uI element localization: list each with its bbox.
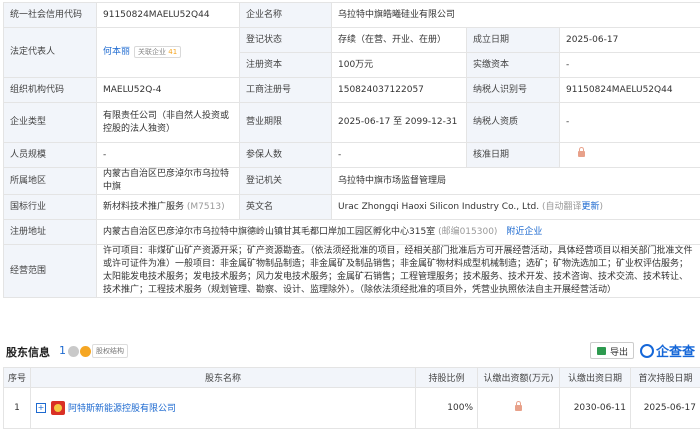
scope-value: 许可项目：非煤矿山矿产资源开采；矿产资源勘查。（依法须经批准的项目，经相关部门批…	[95, 244, 700, 298]
industry-value: 新材料技术推广服务	[103, 201, 185, 212]
paid-capital-value: -	[558, 52, 700, 78]
expand-button[interactable]: +	[36, 403, 46, 414]
company-name-value: 乌拉特中旗皓曦硅业有限公司	[330, 2, 700, 28]
industry-cell: 新材料技术推广服务 (M7513)	[96, 194, 240, 220]
company-name-label: 企业名称	[239, 2, 332, 28]
staff-size-label: 人员规模	[3, 142, 97, 168]
taxpayer-qual-label: 纳税人资质	[466, 102, 560, 143]
approval-date-value	[558, 142, 700, 168]
shareholders-table: 序号 股东名称 持股比例 认缴出资额(万元) 认缴出资日期 首次持股日期 1 +…	[3, 367, 700, 429]
info-row: 注册地址 内蒙古自治区巴彦淖尔市乌拉特中旗德岭山镇甘其毛都口岸加工园区孵化中心3…	[3, 219, 700, 245]
legal-rep-link[interactable]: 何本丽	[103, 47, 130, 57]
reg-capital-label: 注册资本	[239, 52, 332, 78]
excel-icon	[597, 347, 606, 355]
business-reg-label: 工商注册号	[239, 77, 332, 103]
org-code-label: 组织机构代码	[3, 77, 97, 103]
info-row: 组织机构代码 MAELU52Q-4 工商注册号 150824037122057 …	[3, 77, 700, 103]
shareholders-count: 1	[59, 344, 66, 357]
brand-logo-icon	[640, 344, 654, 358]
industry-label: 国标行业	[3, 194, 97, 220]
info-icon[interactable]	[68, 346, 79, 357]
info-row: 统一社会信用代码 91150824MAELU52Q44 企业名称 乌拉特中旗皓曦…	[3, 2, 700, 28]
lock-icon[interactable]	[515, 400, 522, 411]
reg-status-label: 登记状态	[239, 27, 332, 53]
shareholders-header: 股东信息 1 股权结构 导出 企查查	[4, 340, 696, 362]
col-header-subscribed-amount[interactable]: 认缴出资额(万元)	[477, 367, 560, 388]
uscc-label: 统一社会信用代码	[3, 2, 97, 28]
address-cell: 内蒙古自治区巴彦淖尔市乌拉特中旗德岭山镇甘其毛都口岸加工园区孵化中心315室 (…	[95, 219, 700, 245]
export-button[interactable]: 导出	[590, 342, 634, 359]
info-row: 国标行业 新材料技术推广服务 (M7513) 英文名 Urac Zhongqi …	[3, 194, 700, 220]
auto-translate-close: )	[599, 201, 604, 212]
shareholder-name-link[interactable]: 阿特斯新能源控股有限公司	[68, 404, 176, 414]
col-header-ratio[interactable]: 持股比例	[415, 367, 478, 388]
reg-status-value: 存续（在营、开业、在册）	[331, 27, 467, 53]
reg-capital-value: 100万元	[331, 52, 467, 78]
legal-rep-label: 法定代表人	[3, 27, 97, 78]
address-postal: (邮编015300)	[438, 226, 498, 237]
company-type-label: 企业类型	[3, 102, 97, 143]
insured-label: 参保人数	[239, 142, 332, 168]
subscribed-amount-cell	[477, 387, 560, 429]
industry-code: (M7513)	[186, 201, 225, 212]
update-link[interactable]: 更新	[582, 202, 600, 212]
business-term-label: 营业期限	[239, 102, 332, 143]
taxpayer-qual-value: -	[558, 102, 700, 143]
en-name-cell: Urac Zhongqi Haoxi Silicon Industry Co.,…	[330, 194, 700, 220]
business-term-value: 2025-06-17 至 2099-12-31	[331, 102, 467, 143]
authority-value: 乌拉特中旗市场监督管理局	[330, 167, 700, 195]
company-logo-icon	[51, 401, 65, 416]
staff-size-value: -	[96, 142, 240, 168]
col-header-index: 序号	[3, 367, 31, 388]
org-code-value: MAELU52Q-4	[96, 77, 240, 103]
info-row: 法定代表人 何本丽 关联企业 41 登记状态 存续（在营、开业、在册） 成立日期 …	[3, 27, 700, 78]
business-info-table: 统一社会信用代码 91150824MAELU52Q44 企业名称 乌拉特中旗皓曦…	[3, 2, 700, 298]
shareholder-name-cell: + 阿特斯新能源控股有限公司	[30, 387, 416, 429]
address-label: 注册地址	[3, 219, 97, 245]
related-companies-count: 41	[168, 48, 178, 56]
info-row: 经营范围 许可项目：非煤矿山矿产资源开采；矿产资源勘查。（依法须经批准的项目，经…	[3, 244, 700, 298]
uscc-value: 91150824MAELU52Q44	[96, 2, 240, 28]
region-value: 内蒙古自治区巴彦淖尔市乌拉特中旗	[96, 167, 240, 195]
scope-label: 经营范围	[3, 244, 97, 298]
approval-date-label: 核准日期	[466, 142, 560, 168]
first-hold-date: 2025-06-17	[630, 387, 700, 429]
auto-translate-note: (自动翻译	[542, 201, 582, 212]
brand-name: 企查查	[656, 345, 696, 360]
taxpayer-id-label: 纳税人识别号	[466, 77, 560, 103]
info-row: 企业类型 有限责任公司（非自然人投资或控股的法人独资） 营业期限 2025-06…	[3, 102, 700, 143]
region-label: 所属地区	[3, 167, 97, 195]
lock-icon[interactable]	[578, 147, 585, 157]
company-type-value: 有限责任公司（非自然人投资或控股的法人独资）	[96, 102, 240, 143]
related-companies-badge[interactable]: 关联企业 41	[134, 46, 182, 58]
equity-structure-tag[interactable]: 股权结构	[92, 344, 128, 358]
nearby-companies-link[interactable]: 附近企业	[506, 227, 542, 237]
taxpayer-id-value: 91150824MAELU52Q44	[558, 77, 700, 103]
est-date-value: 2025-06-17	[558, 27, 700, 53]
shareholders-title: 股东信息	[6, 346, 50, 359]
export-label: 导出	[610, 348, 629, 358]
paid-capital-label: 实缴资本	[466, 52, 560, 78]
authority-label: 登记机关	[239, 167, 332, 195]
col-header-subscribed-date[interactable]: 认缴出资日期	[559, 367, 631, 388]
en-name-value: Urac Zhongqi Haoxi Silicon Industry Co.,…	[338, 201, 540, 212]
related-companies-text: 关联企业	[138, 48, 167, 56]
legal-rep-cell: 何本丽 关联企业 41	[96, 27, 240, 78]
shareholder-ratio: 100%	[415, 387, 478, 429]
row-index: 1	[3, 387, 31, 429]
en-name-label: 英文名	[239, 194, 332, 220]
address-value: 内蒙古自治区巴彦淖尔市乌拉特中旗德岭山镇甘其毛都口岸加工园区孵化中心315室	[103, 226, 436, 237]
info-row: 人员规模 - 参保人数 - 核准日期	[3, 142, 700, 168]
brand-logo: 企查查	[640, 341, 695, 360]
business-reg-value: 150824037122057	[331, 77, 467, 103]
col-header-name: 股东名称	[30, 367, 416, 388]
alert-bell-icon[interactable]	[80, 346, 91, 357]
insured-value: -	[331, 142, 467, 168]
table-header-row: 序号 股东名称 持股比例 认缴出资额(万元) 认缴出资日期 首次持股日期	[3, 367, 700, 388]
est-date-label: 成立日期	[466, 27, 560, 53]
info-row: 所属地区 内蒙古自治区巴彦淖尔市乌拉特中旗 登记机关 乌拉特中旗市场监督管理局	[3, 167, 700, 195]
table-row: 1 + 阿特斯新能源控股有限公司 100% 2030-06-11 2025-06-…	[3, 387, 700, 429]
subscribed-date: 2030-06-11	[559, 387, 631, 429]
col-header-first-date[interactable]: 首次持股日期	[630, 367, 700, 388]
